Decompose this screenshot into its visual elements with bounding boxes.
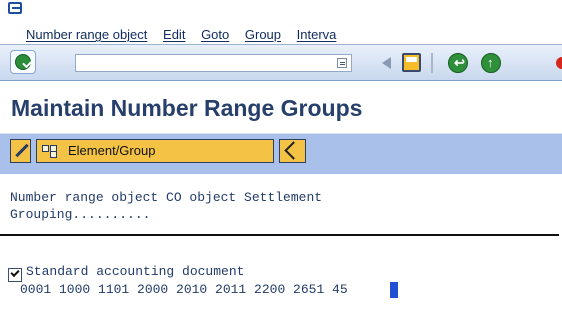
edit-pencil-button[interactable] bbox=[10, 139, 31, 163]
back-triangle-icon[interactable] bbox=[382, 57, 391, 69]
exit-icon[interactable]: ↑ bbox=[481, 53, 501, 73]
object-description-line1: Number range object CO object Settlement bbox=[10, 190, 323, 205]
main-content: Number range object CO object Settlement… bbox=[0, 174, 562, 320]
menu-item-edit[interactable]: Edit bbox=[163, 27, 185, 42]
menu-item-number-range-object[interactable]: Number range object bbox=[26, 27, 147, 42]
text-cursor bbox=[390, 282, 398, 298]
menu-item-group[interactable]: Group bbox=[245, 27, 281, 42]
menu-item-goto[interactable]: Goto bbox=[201, 27, 229, 42]
object-description-line2: Grouping.......... bbox=[10, 207, 151, 222]
number-range-elements: 0001 1000 1101 2000 2010 2011 2200 2651 … bbox=[20, 282, 348, 297]
save-icon[interactable] bbox=[402, 53, 421, 72]
cancel-icon[interactable] bbox=[556, 57, 562, 69]
check-icon bbox=[15, 54, 33, 70]
standard-toolbar: ↩ ↑ bbox=[0, 45, 562, 81]
separator-line bbox=[0, 234, 559, 236]
menu-icon[interactable] bbox=[8, 2, 22, 14]
group-checkbox[interactable] bbox=[8, 268, 22, 282]
application-toolbar: Element/Group bbox=[0, 133, 562, 175]
tree-icon bbox=[42, 145, 59, 158]
page-title: Maintain Number Range Groups bbox=[11, 95, 363, 121]
toolbar-divider bbox=[431, 53, 433, 73]
element-group-button[interactable]: Element/Group bbox=[36, 139, 274, 163]
dropdown-icon[interactable] bbox=[337, 58, 347, 68]
back-icon[interactable]: ↩ bbox=[448, 53, 468, 73]
menu-bar: Number range object Edit Goto Group Inte… bbox=[0, 0, 562, 45]
group-label: Standard accounting document bbox=[26, 264, 245, 279]
element-group-label: Element/Group bbox=[68, 143, 156, 158]
command-field[interactable] bbox=[75, 54, 352, 72]
menu-item-interval[interactable]: Interva bbox=[297, 27, 337, 42]
select-arrow-button[interactable] bbox=[279, 139, 306, 163]
enter-button[interactable] bbox=[10, 50, 36, 74]
menu-items: Number range object Edit Goto Group Inte… bbox=[26, 27, 348, 42]
